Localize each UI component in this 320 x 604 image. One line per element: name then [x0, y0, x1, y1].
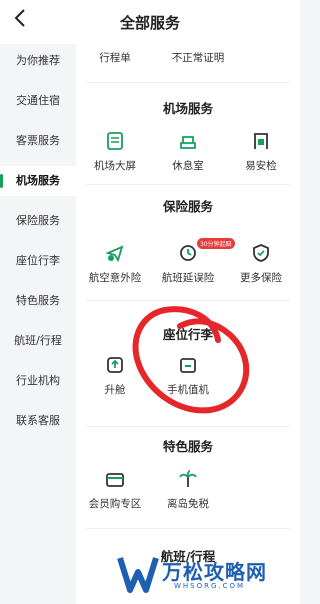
item-label: 不正常证明	[171, 52, 225, 64]
divider	[86, 426, 290, 427]
item-label: 易安检	[245, 160, 277, 172]
screen-icon	[107, 132, 123, 150]
item-label: 行程单	[99, 52, 131, 64]
section-title-special: 特色服务	[162, 439, 213, 454]
aviation-accident-insurance-item[interactable]: 航空意外险	[80, 242, 150, 285]
sidebar-item-airport[interactable]: 机场服务	[0, 166, 76, 196]
lounge-icon	[180, 136, 196, 149]
sidebar-item-special[interactable]: 特色服务	[0, 286, 76, 316]
itinerary-item[interactable]: 行程单	[80, 50, 150, 65]
upgrade-icon	[107, 357, 123, 373]
irregular-cert-item[interactable]: 不正常证明	[158, 50, 238, 65]
delay-insurance-item[interactable]: 30分钟起赔 航班延误险	[153, 238, 235, 285]
section-title-seat: 座位行李	[162, 327, 213, 342]
item-label: 更多保险	[240, 272, 282, 284]
lounge-item[interactable]: 休息室	[153, 130, 223, 173]
sidebar-item-agency[interactable]: 行业机构	[0, 366, 76, 396]
header-bar: 全部服务	[0, 0, 300, 44]
item-label: 休息室	[172, 160, 204, 172]
divider	[86, 300, 290, 301]
security-check-item[interactable]: 易安检	[226, 130, 296, 173]
sidebar: 为你推荐 交通住宿 客票服务 机场服务 保险服务 座位行李 特色服务 航班/行程…	[0, 44, 76, 604]
item-label: 会员购专区	[88, 498, 142, 510]
section-title-airport: 机场服务	[162, 101, 213, 116]
sidebar-item-insurance[interactable]: 保险服务	[0, 206, 76, 236]
divider	[86, 184, 290, 185]
airport-screen-item[interactable]: 机场大屏	[80, 130, 150, 173]
sidebar-item-transport[interactable]: 交通住宿	[0, 86, 76, 116]
duty-free-item[interactable]: 离岛免税	[153, 468, 223, 511]
sidebar-item-recommend[interactable]: 为你推荐	[0, 46, 76, 76]
checkin-icon	[180, 358, 196, 373]
item-label: 手机值机	[167, 384, 209, 396]
shop-icon	[106, 473, 124, 487]
watermark-subtext: WHSORG.COM	[174, 582, 246, 590]
sidebar-item-ticket[interactable]: 客票服务	[0, 126, 76, 156]
sidebar-item-flight[interactable]: 航班/行程	[0, 326, 76, 356]
section-title-insurance: 保险服务	[162, 199, 213, 214]
more-insurance-item[interactable]: 更多保险	[226, 242, 296, 285]
item-label: 航空意外险	[88, 272, 142, 284]
divider	[86, 82, 290, 83]
shield-check-icon	[253, 244, 269, 262]
mobile-checkin-item[interactable]: 手机值机	[153, 354, 223, 397]
page-title: 全部服务	[119, 14, 180, 32]
divider	[86, 528, 290, 529]
security-check-icon	[254, 133, 268, 149]
delay-icon	[180, 245, 196, 261]
watermark-logo	[117, 557, 159, 593]
sidebar-item-seat[interactable]: 座位行李	[0, 246, 76, 276]
upgrade-item[interactable]: 升舱	[80, 354, 150, 397]
watermark: 万松攻略网 WHSORG.COM	[116, 550, 296, 596]
item-label: 机场大屏	[94, 160, 136, 172]
item-label: 离岛免税	[167, 498, 209, 510]
item-label: 航班延误险	[161, 272, 215, 284]
sidebar-item-service[interactable]: 联系客服	[0, 406, 76, 436]
item-label: 升舱	[104, 384, 126, 396]
services-panel: 行程单 不正常证明 机场服务 机场大屏 休息室 易安检 保险服务 航空意外险 3…	[76, 44, 300, 604]
member-shop-item[interactable]: 会员购专区	[80, 468, 150, 511]
plane-shield-icon	[105, 245, 124, 263]
palm-tree-icon	[179, 470, 197, 487]
watermark-text: 万松攻略网	[162, 560, 267, 584]
